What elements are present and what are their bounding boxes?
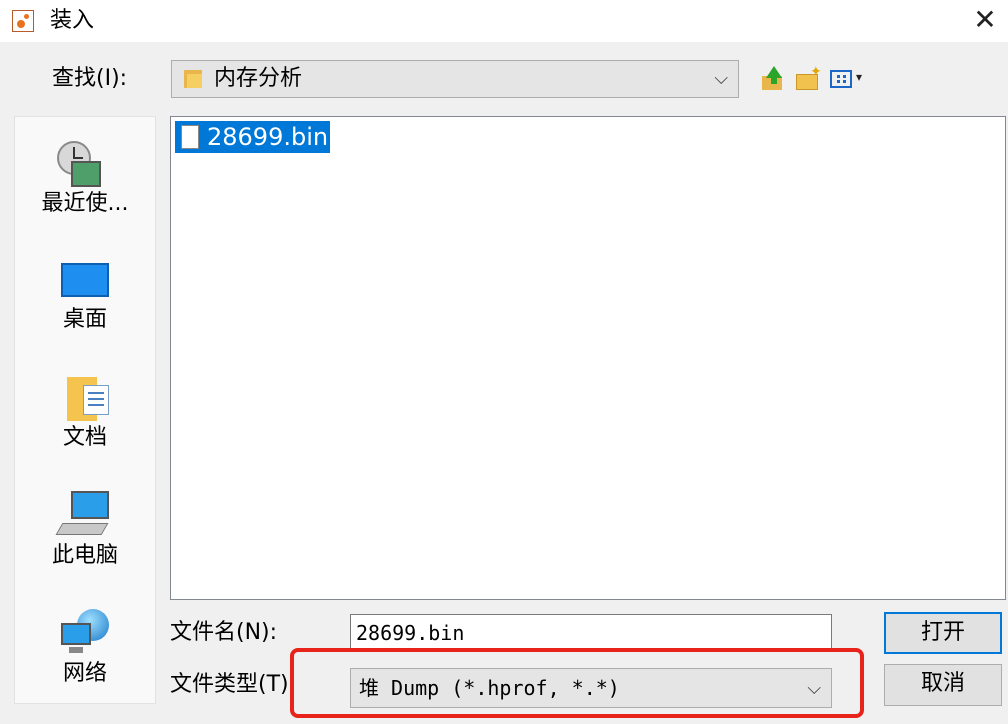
file-name: 28699.bin [207,123,329,151]
this-pc-icon [55,491,113,539]
filename-label: 文件名(N): [170,620,278,645]
place-label: 桌面 [62,307,107,332]
view-menu-icon[interactable]: ▾ [830,66,866,92]
place-label: 最近使... [41,191,129,216]
place-documents[interactable]: 文档 [15,357,155,467]
place-desktop[interactable]: 桌面 [15,239,155,349]
folder-icon [184,70,202,88]
chevron-down-icon: ⌵ [714,68,728,89]
place-label: 网络 [62,661,107,686]
filename-input[interactable]: 28699.bin [350,614,832,652]
network-icon [61,609,113,657]
chevron-down-icon: ⌵ [807,678,821,699]
filetype-value: 堆 Dump (*.hprof, *.*) [359,676,620,700]
filetype-dropdown[interactable]: 堆 Dump (*.hprof, *.*) ⌵ [350,668,832,708]
filetype-label: 文件类型(T): [170,672,297,697]
file-item[interactable]: 28699.bin [175,121,331,153]
place-network[interactable]: 网络 [15,593,155,703]
place-this-pc[interactable]: 此电脑 [15,475,155,585]
close-button[interactable]: ✕ [968,4,1002,36]
cancel-button[interactable]: 取消 [884,664,1002,706]
places-bar: 最近使... 桌面 文档 此电脑 网络 [14,116,156,704]
place-recent[interactable]: 最近使... [15,121,155,231]
recent-items-icon [57,141,109,193]
place-label: 文档 [62,425,107,450]
place-label: 此电脑 [51,543,118,568]
new-folder-icon[interactable]: ✦ [796,64,822,92]
documents-icon [67,373,111,423]
window-title: 装入 [50,8,95,33]
app-icon [12,10,34,32]
open-button[interactable]: 打开 [884,612,1002,654]
look-in-dropdown[interactable]: 内存分析 ⌵ [171,60,739,98]
title-bar: 装入 ✕ [0,0,1008,42]
file-list[interactable]: 28699.bin [170,116,1006,600]
desktop-icon [61,263,109,297]
file-icon [181,125,199,149]
up-folder-icon[interactable] [760,66,786,92]
look-in-value: 内存分析 [214,66,303,91]
look-in-label: 查找(I): [52,66,128,91]
